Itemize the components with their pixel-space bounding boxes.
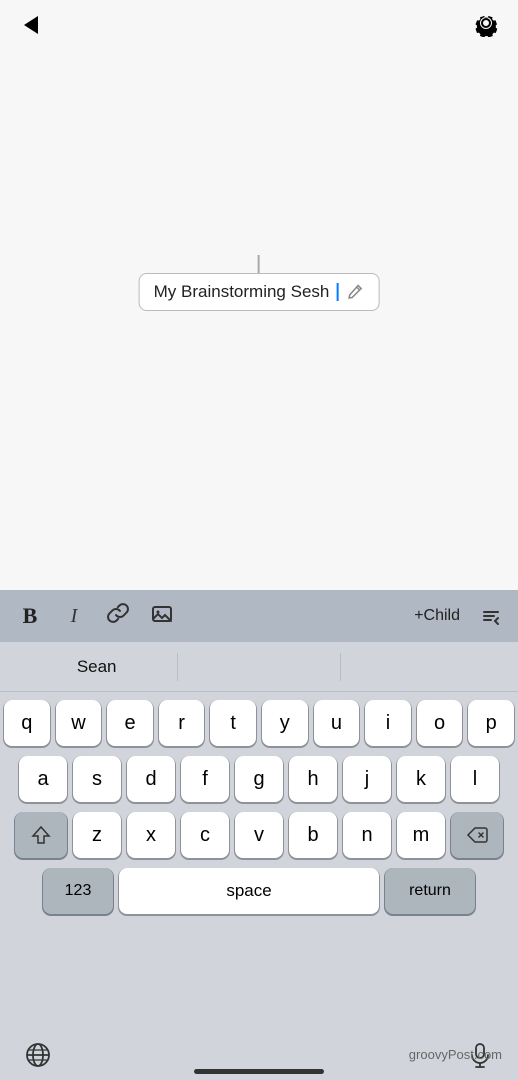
text-cursor xyxy=(336,283,338,301)
add-child-button[interactable]: +Child xyxy=(408,603,466,629)
node-text: My Brainstorming Sesh xyxy=(154,282,330,302)
numbers-label: 123 xyxy=(65,882,92,900)
key-r[interactable]: r xyxy=(159,700,205,746)
key-c[interactable]: c xyxy=(181,812,229,858)
key-s[interactable]: s xyxy=(73,756,121,802)
delete-button[interactable] xyxy=(451,812,503,858)
key-e[interactable]: e xyxy=(107,700,153,746)
watermark: groovyPost.com xyxy=(409,1047,502,1062)
key-row-2: a s d f g h j k l xyxy=(4,756,514,802)
key-row-4: 123 space return xyxy=(4,868,514,914)
key-f[interactable]: f xyxy=(181,756,229,802)
keys-area: q w e r t y u i o p a s d f g h j k l xyxy=(0,692,518,1030)
toolbar-right: +Child xyxy=(408,601,506,631)
predictive-word-2[interactable] xyxy=(178,659,339,675)
bold-icon: B xyxy=(23,603,38,629)
key-row-1: q w e r t y u i o p xyxy=(4,700,514,746)
key-h[interactable]: h xyxy=(289,756,337,802)
link-button[interactable] xyxy=(100,598,136,634)
canvas-area: My Brainstorming Sesh xyxy=(0,0,518,590)
key-p[interactable]: p xyxy=(468,700,514,746)
key-a[interactable]: a xyxy=(19,756,67,802)
key-t[interactable]: t xyxy=(210,700,256,746)
bold-button[interactable]: B xyxy=(12,598,48,634)
key-w[interactable]: w xyxy=(56,700,102,746)
italic-button[interactable]: I xyxy=(56,598,92,634)
back-chevron-icon xyxy=(24,16,38,34)
key-i[interactable]: i xyxy=(365,700,411,746)
return-label: return xyxy=(409,882,451,900)
link-icon xyxy=(107,602,129,630)
numbers-button[interactable]: 123 xyxy=(43,868,113,914)
image-button[interactable] xyxy=(144,598,180,634)
key-v[interactable]: v xyxy=(235,812,283,858)
key-l[interactable]: l xyxy=(451,756,499,802)
node-stem xyxy=(258,255,260,273)
key-z[interactable]: z xyxy=(73,812,121,858)
back-button[interactable] xyxy=(16,10,46,40)
formatting-toolbar: B I +Child xyxy=(0,590,518,642)
key-k[interactable]: k xyxy=(397,756,445,802)
node-bubble[interactable]: My Brainstorming Sesh xyxy=(139,273,380,311)
key-q[interactable]: q xyxy=(4,700,50,746)
predictive-word-3[interactable] xyxy=(341,659,502,675)
gear-icon xyxy=(472,9,500,42)
top-bar xyxy=(0,0,518,50)
space-label: space xyxy=(226,881,271,901)
shift-button[interactable] xyxy=(15,812,67,858)
key-n[interactable]: n xyxy=(343,812,391,858)
edit-icon xyxy=(344,282,364,302)
predictive-bar: Sean xyxy=(0,642,518,692)
return-button[interactable]: return xyxy=(385,868,475,914)
dismiss-keyboard-button[interactable] xyxy=(476,601,506,631)
key-row-3: z x c v b n m xyxy=(4,812,514,858)
italic-icon: I xyxy=(71,605,78,628)
key-y[interactable]: y xyxy=(262,700,308,746)
key-d[interactable]: d xyxy=(127,756,175,802)
mind-map-node: My Brainstorming Sesh xyxy=(139,255,380,311)
key-g[interactable]: g xyxy=(235,756,283,802)
space-button[interactable]: space xyxy=(119,868,379,914)
predictive-word-1[interactable]: Sean xyxy=(16,649,177,685)
image-icon xyxy=(151,603,173,630)
key-o[interactable]: o xyxy=(417,700,463,746)
home-indicator xyxy=(194,1069,324,1074)
key-j[interactable]: j xyxy=(343,756,391,802)
key-b[interactable]: b xyxy=(289,812,337,858)
key-m[interactable]: m xyxy=(397,812,445,858)
globe-button[interactable] xyxy=(20,1037,56,1073)
key-u[interactable]: u xyxy=(314,700,360,746)
key-x[interactable]: x xyxy=(127,812,175,858)
keyboard-area: Sean q w e r t y u i o p a s d f g h j xyxy=(0,642,518,1080)
settings-button[interactable] xyxy=(470,9,502,41)
